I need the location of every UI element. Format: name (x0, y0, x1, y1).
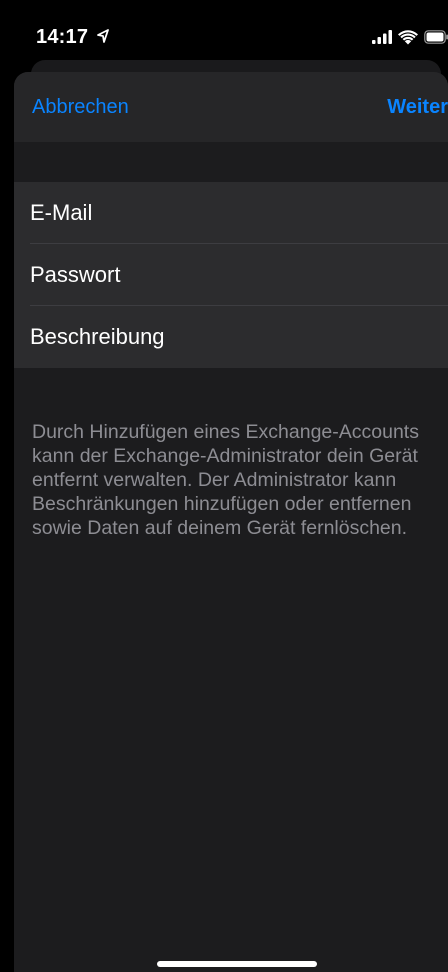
description-field[interactable]: Beschreibung (14, 306, 448, 368)
navigation-bar: Abbrechen Weiter (14, 72, 448, 142)
account-sheet: Abbrechen Weiter E-Mail Passwort Beschre… (14, 72, 448, 972)
wifi-icon (398, 29, 418, 45)
disclaimer-line: entfernt verwalten. Der Administrator ka… (32, 469, 397, 491)
disclaimer-line: kann der Exchange-Administrator dein Ger… (32, 445, 418, 467)
next-button[interactable]: Weiter (387, 96, 448, 119)
exchange-disclaimer: Durch Hinzufügen eines Exchange-Accounts… (32, 420, 448, 540)
home-indicator[interactable] (157, 961, 317, 967)
status-icons (372, 28, 448, 46)
status-time: 14:17 (36, 26, 89, 48)
location-arrow-icon (96, 27, 110, 45)
cancel-button[interactable]: Abbrechen (32, 96, 129, 119)
cellular-signal-icon (372, 30, 392, 44)
device-screen: 14:17 Abbrechen Weiter E-Mail Passwort B… (14, 0, 448, 972)
battery-icon (424, 30, 448, 44)
disclaimer-line: Beschränkungen hinzufügen oder entfernen (32, 493, 412, 515)
account-form: E-Mail Passwort Beschreibung (14, 182, 448, 368)
disclaimer-line: sowie Daten auf deinem Gerät fernlöschen… (32, 517, 408, 539)
password-field[interactable]: Passwort (14, 244, 448, 306)
description-field-label: Beschreibung (30, 324, 165, 349)
disclaimer-line: Durch Hinzufügen eines Exchange-Accounts (32, 421, 419, 443)
email-field[interactable]: E-Mail (14, 182, 448, 244)
password-field-label: Passwort (30, 262, 121, 287)
email-field-label: E-Mail (30, 200, 93, 225)
